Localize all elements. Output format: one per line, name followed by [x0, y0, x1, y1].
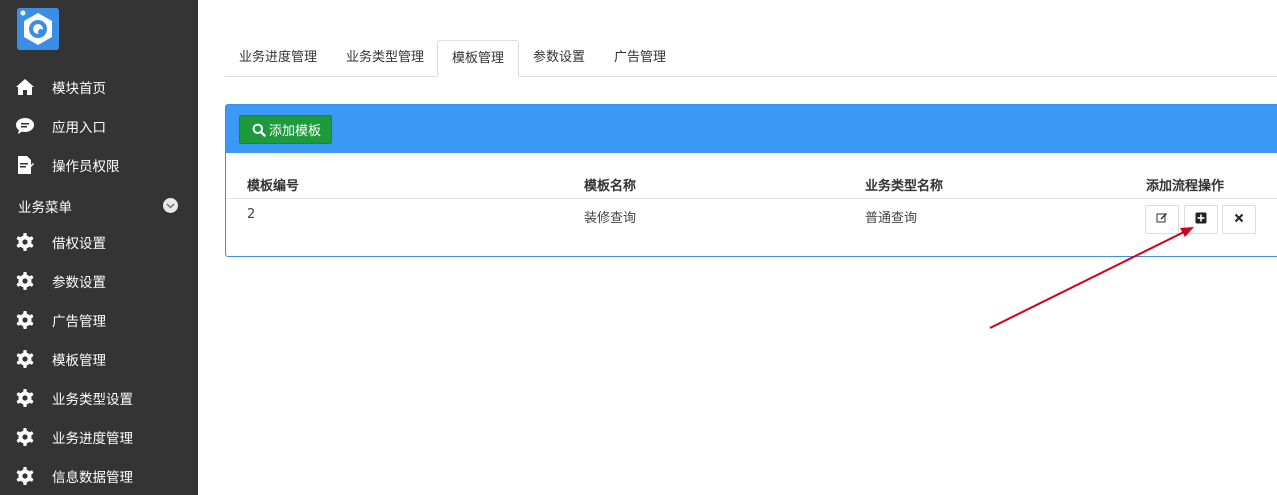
column-header-template-name: 模板名称: [584, 179, 637, 194]
sidebar-item-label: 业务进度管理: [52, 431, 133, 447]
sidebar-item-business-type-settings[interactable]: 业务类型设置: [0, 383, 198, 413]
sidebar-item-permission-settings[interactable]: 借权设置: [0, 227, 198, 257]
sidebar-item-app-entry[interactable]: 应用入口: [0, 111, 198, 141]
edit-button[interactable]: [1145, 205, 1179, 234]
sidebar-item-label: 广告管理: [52, 314, 106, 330]
sidebar-item-operator-permissions[interactable]: 操作员权限: [0, 150, 198, 180]
gear-icon: [14, 465, 36, 487]
sidebar-item-label: 借权设置: [52, 236, 106, 252]
gear-icon: [14, 348, 36, 370]
delete-button[interactable]: [1222, 205, 1256, 234]
sidebar-item-ad-management[interactable]: 广告管理: [0, 305, 198, 335]
column-header-actions: 添加流程操作: [1146, 179, 1225, 194]
tab-ad-management[interactable]: 广告管理: [600, 40, 680, 77]
sidebar-item-home[interactable]: 模块首页: [0, 72, 198, 102]
sidebar-item-label: 模板管理: [52, 353, 106, 369]
edit-icon: [1156, 212, 1168, 228]
sidebar-item-label: 业务类型设置: [52, 392, 133, 408]
add-process-button[interactable]: [1184, 205, 1218, 234]
section-label: 业务菜单: [18, 200, 72, 216]
gear-icon: [14, 426, 36, 448]
sidebar-item-label: 信息数据管理: [52, 470, 133, 486]
gear-icon: [14, 387, 36, 409]
close-icon: [1234, 212, 1244, 227]
gear-icon: [14, 270, 36, 292]
chevron-down-icon[interactable]: [163, 198, 178, 213]
app-logo[interactable]: [17, 8, 59, 50]
tab-business-type[interactable]: 业务类型管理: [332, 40, 438, 77]
sidebar-item-info-data[interactable]: 信息数据管理: [0, 461, 198, 491]
gear-icon: [14, 231, 36, 253]
tab-business-progress[interactable]: 业务进度管理: [225, 40, 331, 77]
column-header-business-type: 业务类型名称: [865, 179, 944, 194]
sidebar-item-business-progress[interactable]: 业务进度管理: [0, 422, 198, 452]
tab-template-management[interactable]: 模板管理: [437, 40, 520, 77]
edit-document-icon: [14, 154, 36, 176]
add-template-button[interactable]: 添加模板: [239, 115, 333, 144]
cell-business-type: 普通查询: [865, 211, 918, 226]
sidebar: 模块首页 应用入口 操作员权限 业务菜单 借权设置 参数设置 广告管理 模板管理…: [0, 0, 198, 495]
sidebar-item-parameter-settings[interactable]: 参数设置: [0, 266, 198, 296]
search-icon: [252, 123, 266, 137]
tab-bar: 业务进度管理 业务类型管理 模板管理 参数设置 广告管理: [225, 40, 1277, 77]
plus-square-icon: [1195, 212, 1207, 228]
add-template-label: 添加模板: [269, 124, 322, 139]
gear-icon: [14, 309, 36, 331]
tab-parameter-settings[interactable]: 参数设置: [519, 40, 599, 77]
sidebar-item-template-management[interactable]: 模板管理: [0, 344, 198, 374]
sidebar-item-label: 模块首页: [52, 81, 106, 97]
sidebar-item-label: 参数设置: [52, 275, 106, 291]
cell-template-id: 2: [247, 207, 256, 222]
sidebar-item-label: 应用入口: [52, 120, 106, 136]
sidebar-item-label: 操作员权限: [52, 159, 120, 175]
business-menu-section[interactable]: 业务菜单: [0, 192, 198, 218]
panel-header: 添加模板: [226, 105, 1277, 153]
column-header-template-id: 模板编号: [247, 179, 300, 194]
chat-icon: [14, 115, 36, 137]
table-divider: [226, 198, 1277, 199]
template-panel: 添加模板 模板编号 模板名称 业务类型名称 添加流程操作 2 装修查询 普通查询: [225, 104, 1277, 257]
cell-template-name: 装修查询: [584, 211, 637, 226]
home-icon: [14, 76, 36, 98]
